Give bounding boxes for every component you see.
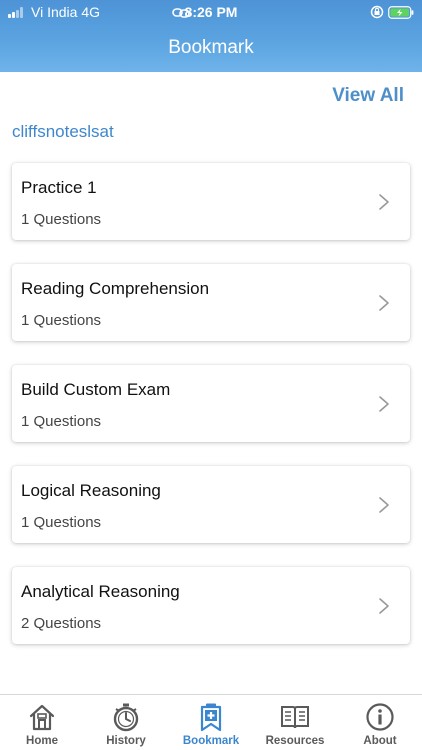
card-title: Reading Comprehension [21, 279, 210, 298]
tab-about[interactable]: About [338, 695, 422, 750]
bookmark-icon [200, 703, 222, 732]
book-icon [281, 706, 309, 729]
tab-label: Resources [265, 735, 325, 747]
bottom-tab-bar: Home History Bookmark Resources About [0, 694, 422, 750]
chevron-right-icon [379, 194, 389, 210]
bookmark-card-practice-1[interactable]: Practice 1 1 Questions [12, 163, 410, 240]
bookmark-card-reading-comprehension[interactable]: Reading Comprehension 1 Questions [12, 264, 410, 341]
info-icon [366, 703, 394, 731]
tab-history[interactable]: History [84, 695, 168, 750]
tab-home[interactable]: Home [0, 695, 84, 750]
card-question-count: 1 Questions [21, 413, 102, 430]
status-bar: Vi India 4G 8:26 PM [0, 0, 422, 24]
tab-resources[interactable]: Resources [253, 695, 337, 750]
card-question-count: 2 Questions [21, 615, 102, 632]
app-header: Vi India 4G 8:26 PM Bookmark [0, 0, 422, 72]
tab-bookmark[interactable]: Bookmark [169, 695, 253, 750]
chevron-right-icon [379, 598, 389, 614]
bookmark-card-logical-reasoning[interactable]: Logical Reasoning 1 Questions [12, 466, 410, 543]
status-time: 8:26 PM [184, 4, 238, 20]
card-title: Logical Reasoning [21, 481, 161, 500]
tab-label: History [106, 735, 146, 747]
tab-label: About [363, 735, 397, 747]
card-title: Practice 1 [21, 178, 97, 197]
chevron-right-icon [379, 396, 389, 412]
tab-label: Home [26, 735, 58, 747]
bookmark-list: Practice 1 1 Questions Reading Comprehen… [12, 163, 410, 668]
card-question-count: 1 Questions [21, 514, 102, 531]
section-title: cliffsnoteslsat [12, 122, 114, 141]
bookmark-card-analytical-reasoning[interactable]: Analytical Reasoning 2 Questions [12, 567, 410, 644]
stopwatch-icon [113, 703, 139, 732]
card-title: Build Custom Exam [21, 380, 171, 399]
rotation-lock-icon [370, 5, 384, 22]
tab-label: Bookmark [182, 735, 240, 747]
view-all-button[interactable]: View All [332, 85, 404, 107]
card-title: Analytical Reasoning [21, 582, 180, 601]
home-icon [29, 704, 55, 731]
bookmark-card-build-custom-exam[interactable]: Build Custom Exam 1 Questions [12, 365, 410, 442]
battery-icon [388, 6, 414, 19]
page-title: Bookmark [168, 37, 254, 58]
chevron-right-icon [379, 295, 389, 311]
card-question-count: 1 Questions [21, 211, 102, 228]
card-question-count: 1 Questions [21, 312, 102, 329]
chevron-right-icon [379, 497, 389, 513]
